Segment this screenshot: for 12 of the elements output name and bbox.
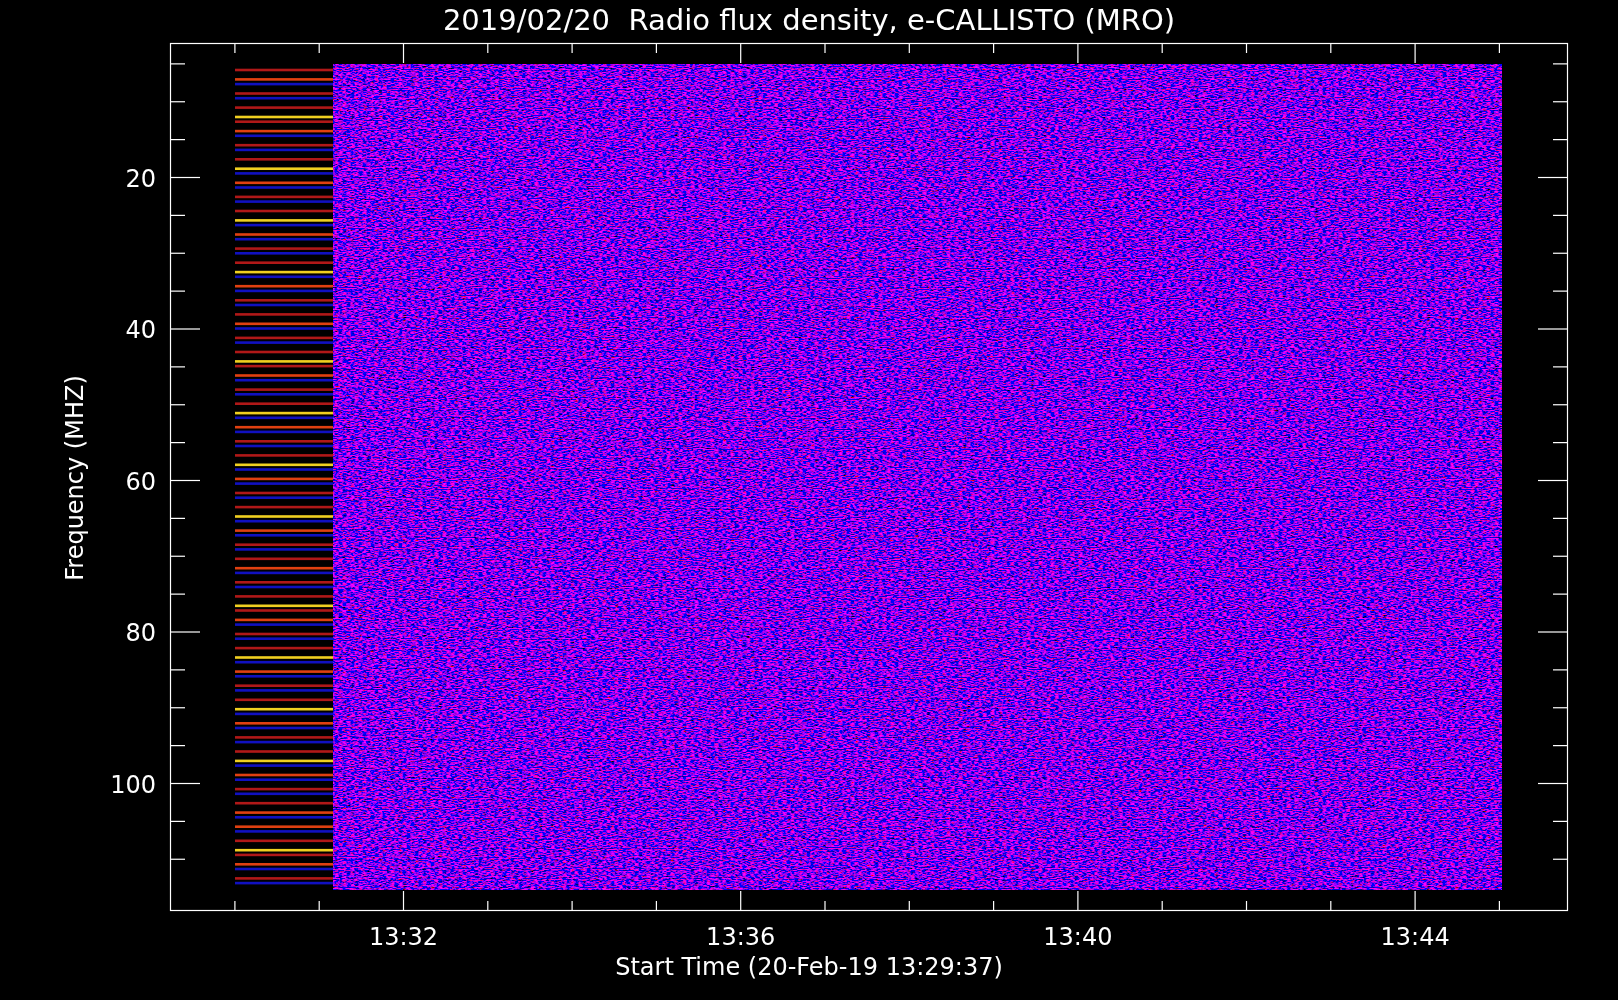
y-tick-label: 80 [125, 619, 156, 647]
y-tick-label: 40 [125, 316, 156, 344]
x-tick-label: 13:40 [1043, 923, 1113, 951]
y-axis-label: Frequency (MHZ) [61, 375, 89, 581]
x-tick-label: 13:44 [1380, 923, 1450, 951]
chart-title: 2019/02/20 Radio flux density, e-CALLISTO (MRO) [442, 3, 1176, 37]
x-axis-label: Start Time (20-Feb-19 13:29:37) [615, 953, 1003, 981]
y-tick-label: 100 [110, 770, 156, 799]
x-tick-label: 13:36 [706, 923, 776, 951]
y-tick-label: 60 [125, 467, 156, 496]
x-tick-label: 13:32 [368, 923, 439, 951]
y-tick-label: 20 [125, 164, 156, 193]
